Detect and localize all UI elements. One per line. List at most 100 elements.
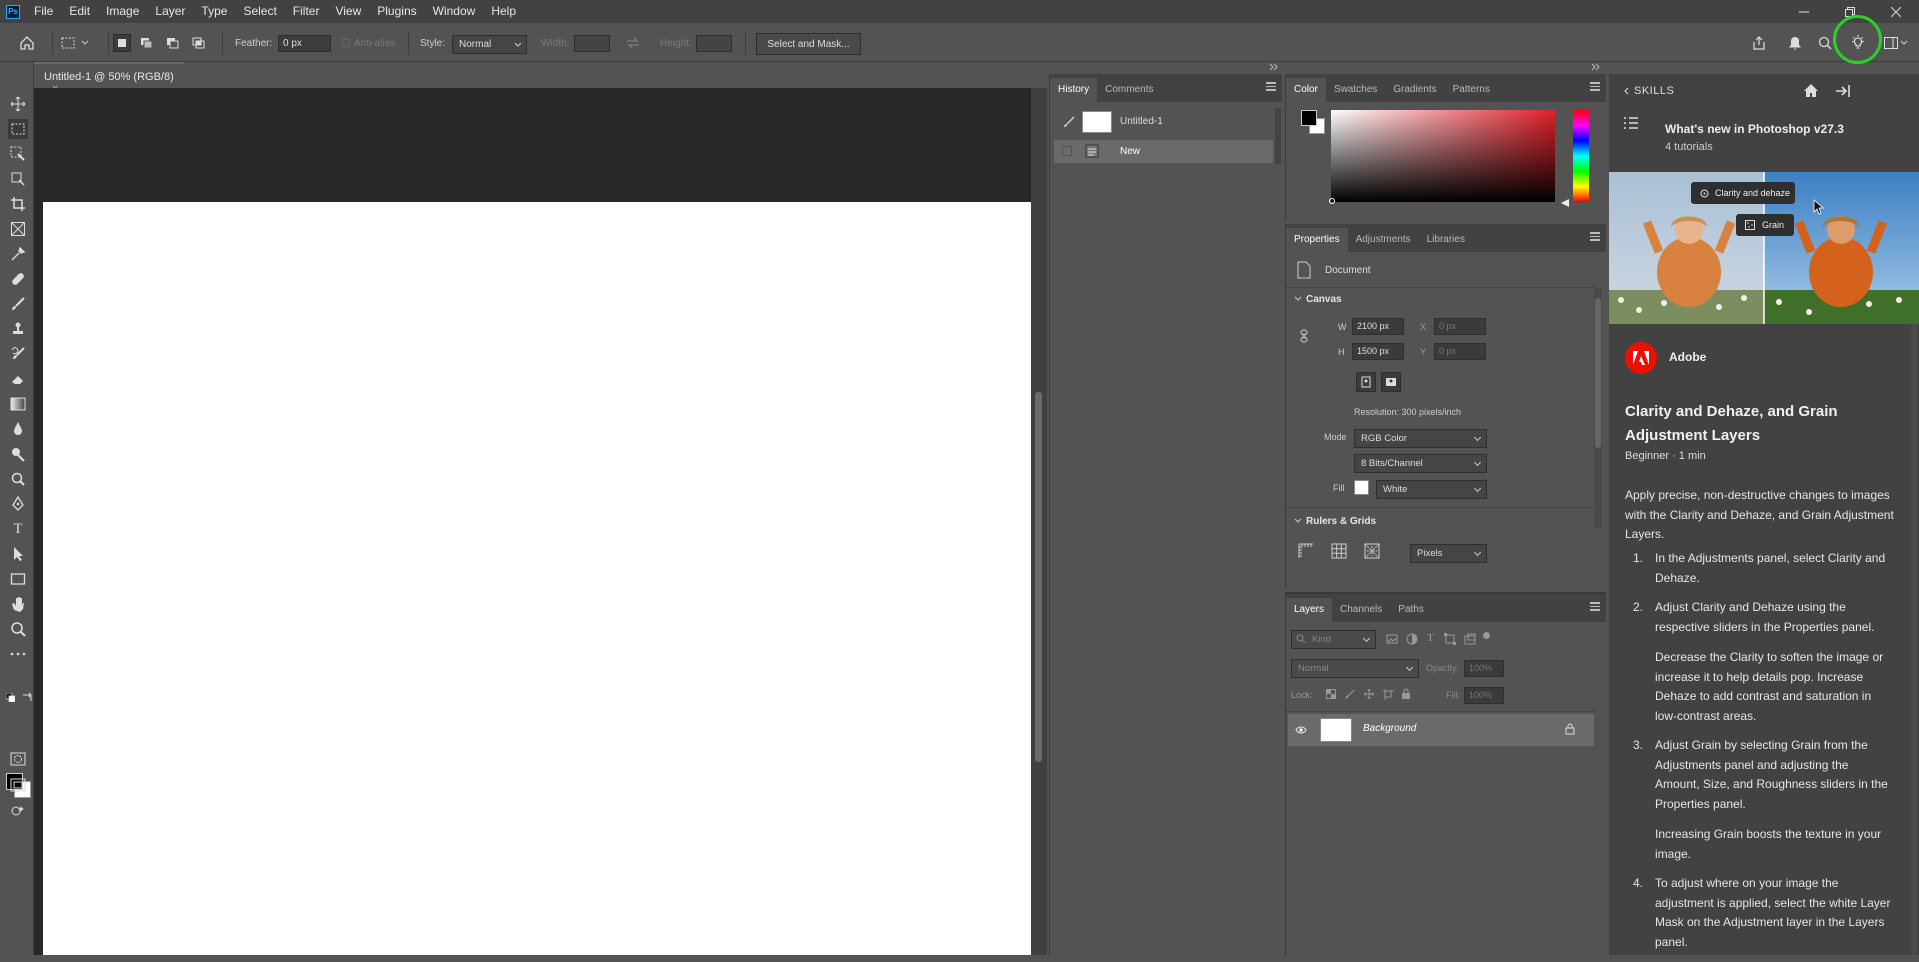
- menu-help[interactable]: Help: [483, 0, 524, 23]
- tutorial-list-icon[interactable]: [1623, 116, 1639, 130]
- rectangle-tool-icon[interactable]: [8, 569, 28, 589]
- chevron-down-icon[interactable]: [80, 34, 90, 52]
- learn-scrollbar[interactable]: [1911, 324, 1917, 955]
- zoom-tool-alt-icon[interactable]: [8, 469, 28, 489]
- menu-window[interactable]: Window: [425, 0, 484, 23]
- subtract-selection-icon[interactable]: [164, 34, 182, 52]
- workspace-icon[interactable]: [1882, 34, 1900, 52]
- color-field[interactable]: [1331, 110, 1555, 202]
- vertical-scroll-thumb[interactable]: [1035, 392, 1042, 762]
- portrait-orientation-icon[interactable]: [1356, 372, 1376, 392]
- mode-select[interactable]: RGB Color: [1354, 429, 1487, 448]
- history-snapshot-row[interactable]: Untitled-1: [1054, 108, 1273, 136]
- grid-icon[interactable]: [1331, 543, 1347, 559]
- tab-color[interactable]: Color: [1286, 78, 1326, 102]
- default-colors-icon[interactable]: [6, 693, 15, 702]
- tab-swatches[interactable]: Swatches: [1326, 78, 1385, 102]
- zoom-tool-icon[interactable]: [8, 619, 28, 639]
- width-input[interactable]: [574, 35, 610, 52]
- generative-tool-icon[interactable]: [8, 801, 28, 821]
- exit-panel-icon[interactable]: [1835, 83, 1851, 99]
- menu-image[interactable]: Image: [98, 0, 147, 23]
- move-tool-icon[interactable]: [8, 94, 28, 114]
- gradient-tool-icon[interactable]: [8, 394, 28, 414]
- canvas-collapse-icon[interactable]: [1294, 296, 1302, 302]
- brush-tool-icon[interactable]: [8, 294, 28, 314]
- crop-tool-icon[interactable]: [8, 194, 28, 214]
- filter-type-icon[interactable]: T: [1427, 632, 1434, 644]
- filter-smart-object-icon[interactable]: [1464, 633, 1476, 645]
- tutorial-hero-image[interactable]: Clarity and dehaze Grain: [1609, 172, 1919, 324]
- filter-shape-icon[interactable]: [1444, 633, 1456, 645]
- tab-patterns[interactable]: Patterns: [1445, 78, 1498, 102]
- swap-colors-icon[interactable]: [22, 692, 32, 702]
- history-state-checkbox[interactable]: [1062, 146, 1072, 156]
- properties-menu-icon[interactable]: [1590, 232, 1600, 241]
- canvas-x-input[interactable]: 0 px: [1434, 318, 1486, 335]
- color-menu-icon[interactable]: [1590, 82, 1600, 91]
- screen-mode-icon[interactable]: [8, 775, 28, 795]
- canvas-y-input[interactable]: 0 px: [1434, 343, 1486, 360]
- collapse-panels-icon[interactable]: [1269, 63, 1279, 71]
- fill-layer-input[interactable]: 100%: [1464, 687, 1504, 704]
- eyedropper-tool-icon[interactable]: [8, 244, 28, 264]
- type-tool-icon[interactable]: T: [8, 519, 28, 539]
- menu-file[interactable]: File: [26, 0, 61, 23]
- filter-toggle-icon[interactable]: [1483, 632, 1490, 639]
- filter-adjustment-icon[interactable]: [1406, 633, 1418, 645]
- properties-scroll-thumb[interactable]: [1595, 298, 1601, 448]
- path-selection-tool-icon[interactable]: [8, 544, 28, 564]
- add-selection-icon[interactable]: [138, 34, 156, 52]
- lock-image-icon[interactable]: [1345, 689, 1355, 699]
- style-select[interactable]: Normal: [452, 35, 527, 54]
- document-canvas[interactable]: [43, 202, 1031, 955]
- units-select[interactable]: Pixels: [1410, 544, 1487, 563]
- opacity-input[interactable]: 100%: [1464, 660, 1504, 677]
- history-item-new[interactable]: New: [1054, 140, 1273, 163]
- menu-edit[interactable]: Edit: [61, 0, 98, 23]
- menu-type[interactable]: Type: [193, 0, 235, 23]
- layer-name[interactable]: Background: [1363, 723, 1416, 734]
- rulers-icon[interactable]: [1298, 543, 1314, 559]
- filter-pixel-icon[interactable]: [1386, 633, 1398, 645]
- crop-frame-tool-icon[interactable]: [8, 169, 28, 189]
- eraser-tool-icon[interactable]: [8, 369, 28, 389]
- select-and-mask-button[interactable]: Select and Mask...: [756, 33, 861, 55]
- history-scrollbar[interactable]: [1275, 108, 1281, 164]
- fill-color-swatch[interactable]: [1354, 480, 1369, 495]
- quick-mask-icon[interactable]: [8, 749, 28, 769]
- tab-gradients[interactable]: Gradients: [1385, 78, 1444, 102]
- intersect-selection-icon[interactable]: [190, 34, 208, 52]
- minimize-icon[interactable]: [1781, 0, 1827, 23]
- tab-properties[interactable]: Properties: [1286, 228, 1348, 252]
- history-brush-tool-icon[interactable]: [8, 344, 28, 364]
- canvas-height-input[interactable]: 1500 px: [1352, 343, 1404, 360]
- fill-select[interactable]: White: [1376, 480, 1487, 499]
- lock-all-icon[interactable]: [1401, 688, 1411, 700]
- new-selection-icon[interactable]: [113, 34, 131, 52]
- share-icon[interactable]: [1750, 34, 1768, 52]
- close-window-icon[interactable]: [1873, 0, 1919, 23]
- learn-home-icon[interactable]: [1803, 83, 1819, 99]
- lock-artboard-icon[interactable]: [1382, 688, 1394, 700]
- tab-history[interactable]: History: [1050, 78, 1098, 102]
- tab-channels[interactable]: Channels: [1332, 598, 1390, 622]
- frame-tool-icon[interactable]: [8, 219, 28, 239]
- menu-select[interactable]: Select: [235, 0, 284, 23]
- color-picker-marker[interactable]: [1329, 198, 1335, 204]
- back-to-skills-link[interactable]: SKILLS: [1623, 74, 1674, 108]
- tab-layers[interactable]: Layers: [1286, 598, 1333, 622]
- pen-tool-icon[interactable]: [8, 494, 28, 514]
- more-tools-icon[interactable]: [8, 644, 28, 664]
- object-selection-tool-icon[interactable]: [8, 144, 28, 164]
- home-icon[interactable]: [18, 34, 36, 52]
- rectangular-marquee-tool-icon[interactable]: [8, 119, 28, 139]
- layers-menu-icon[interactable]: [1590, 602, 1600, 611]
- collapse-panels-right-icon[interactable]: [1591, 63, 1601, 71]
- menu-layer[interactable]: Layer: [147, 0, 193, 23]
- link-dimensions-icon[interactable]: [1299, 329, 1309, 343]
- layer-row-background[interactable]: Background: [1288, 714, 1594, 746]
- workspace-chevron-icon[interactable]: [1899, 34, 1909, 52]
- lock-transparent-icon[interactable]: [1326, 689, 1336, 699]
- document-tab[interactable]: Untitled-1 @ 50% (RGB/8) ×: [34, 62, 184, 95]
